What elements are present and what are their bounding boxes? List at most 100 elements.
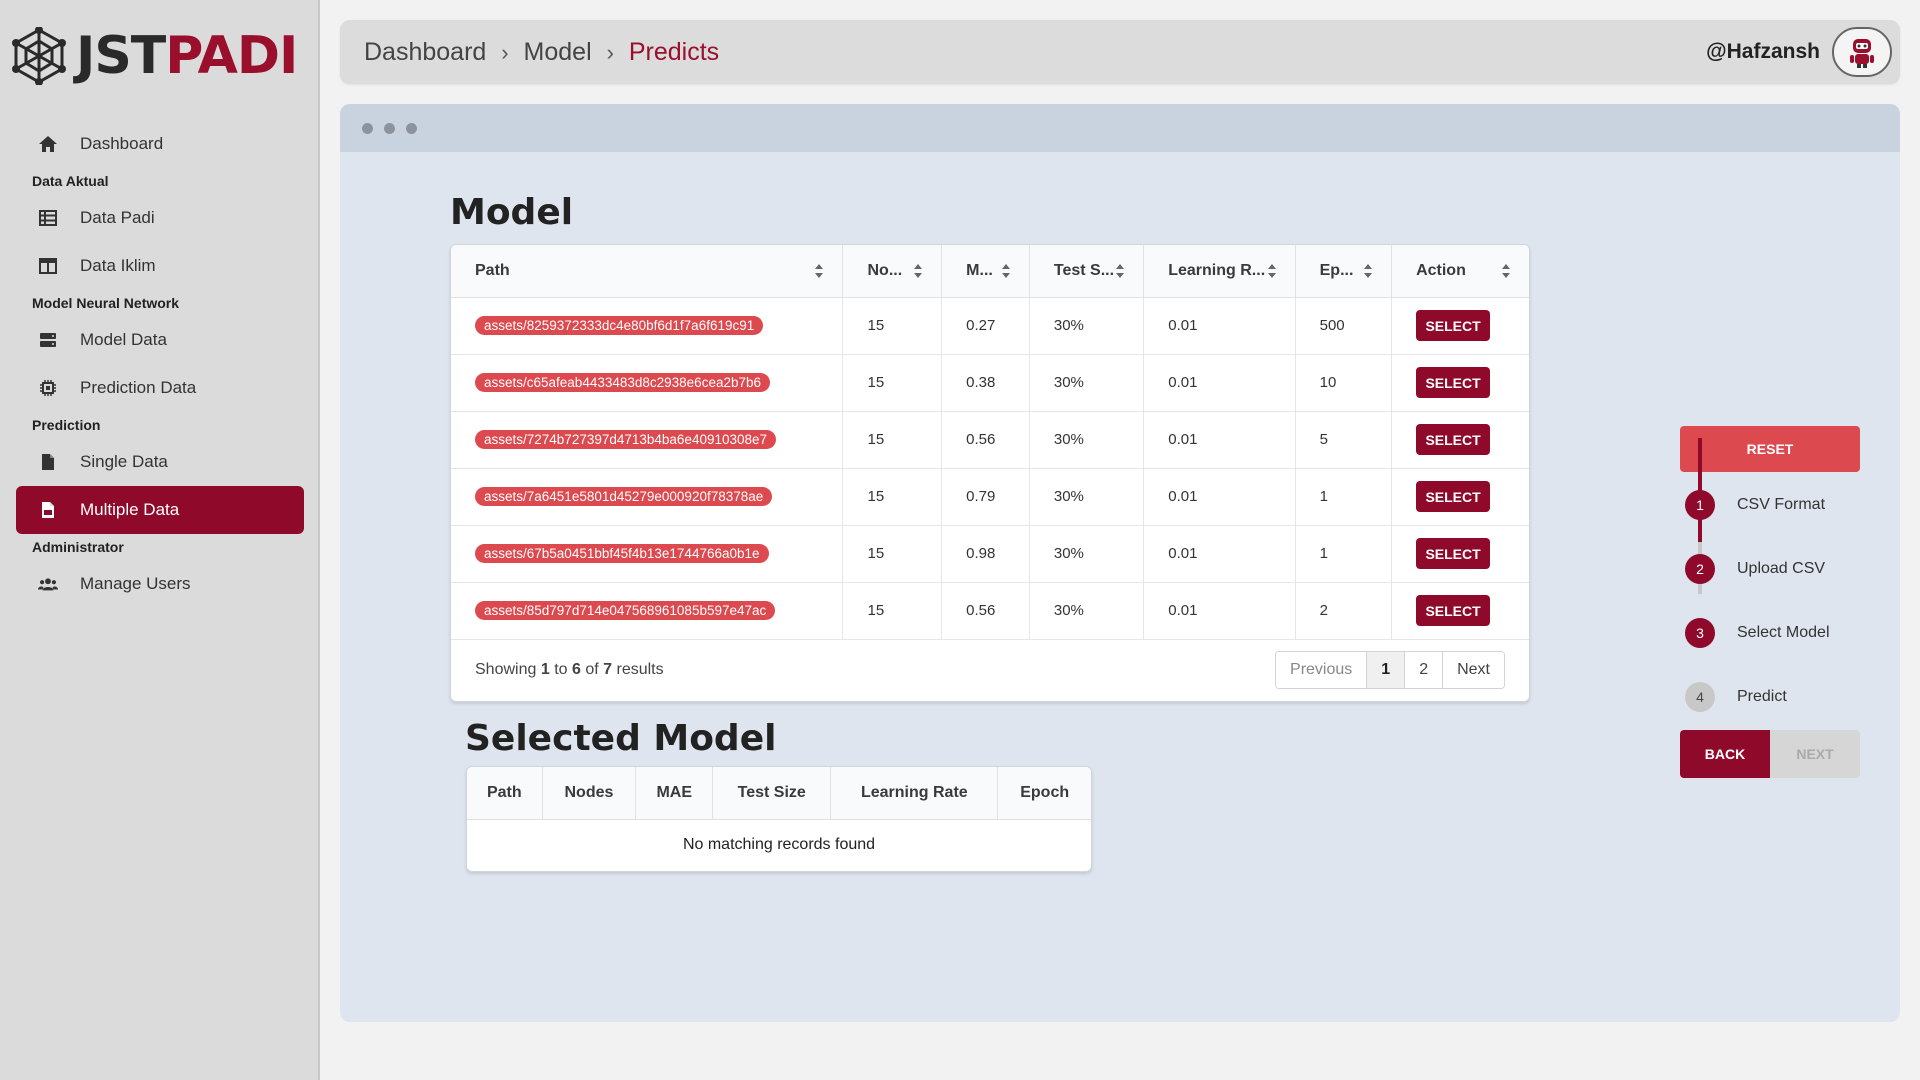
epoch-cell: 10 — [1295, 354, 1393, 412]
sidebar-item-data-padi[interactable]: Data Padi — [16, 194, 304, 242]
sort-icon[interactable] — [913, 263, 923, 279]
column-header[interactable]: MAE — [635, 767, 714, 820]
select-button[interactable]: SELECT — [1416, 310, 1491, 341]
sort-icon[interactable] — [1267, 263, 1277, 279]
mae-cell: 0.38 — [941, 354, 1030, 412]
sidebar: JSTPADI Dashboard Data Aktual Data Padi Dat… — [0, 0, 320, 1080]
brand-logo[interactable]: JSTPADI — [12, 26, 298, 86]
epoch-cell: 1 — [1295, 525, 1393, 583]
mae-cell: 0.27 — [941, 297, 1030, 355]
table-row: assets/8259372333dc4e80bf6d1f7a6f619c91 1… — [451, 297, 1529, 355]
pagination-page-2[interactable]: 2 — [1405, 652, 1444, 688]
test-size-cell: 30% — [1029, 354, 1145, 412]
path-badge: assets/c65afeab4433483d8c2938e6cea2b7b6 — [475, 373, 770, 392]
table-row: assets/c65afeab4433483d8c2938e6cea2b7b6 1… — [451, 354, 1529, 412]
nodes-cell: 15 — [842, 411, 943, 469]
breadcrumb-dashboard[interactable]: Dashboard — [364, 38, 486, 66]
epoch-cell: 5 — [1295, 411, 1393, 469]
test-size-cell: 30% — [1029, 411, 1145, 469]
column-header[interactable]: M... — [941, 245, 1030, 298]
back-button[interactable]: BACK — [1680, 730, 1770, 778]
model-table-card: Path No... M... Test S... Learning R... Ep...… — [450, 244, 1530, 702]
breadcrumb-separator: › — [501, 40, 509, 65]
learning-rate-cell: 0.01 — [1143, 354, 1296, 412]
path-badge: assets/8259372333dc4e80bf6d1f7a6f619c91 — [475, 316, 764, 335]
sort-icon[interactable] — [1501, 263, 1511, 279]
pagination-page-1[interactable]: 1 — [1367, 652, 1406, 688]
table-row: assets/7a6451e5801d45279e000920f78378ae 1… — [451, 468, 1529, 526]
window-dot — [362, 122, 373, 134]
sidebar-item-multiple-data[interactable]: Multiple Data — [16, 486, 304, 534]
table-icon — [38, 208, 58, 228]
sidebar-item-data-iklim[interactable]: Data Iklim — [16, 242, 304, 290]
path-badge: assets/7274b727397d4713b4ba6e40910308e7 — [475, 430, 777, 449]
column-header-label: M... — [966, 261, 993, 279]
sidebar-item-single-data[interactable]: Single Data — [16, 438, 304, 486]
test-size-cell: 30% — [1029, 468, 1145, 526]
column-header[interactable]: Path — [467, 767, 543, 820]
step-number: 2 — [1685, 554, 1715, 584]
path-badge: assets/67b5a0451bbf45f4b13e1744766a0b1e — [475, 544, 769, 563]
select-button[interactable]: SELECT — [1416, 595, 1491, 626]
action-cell: SELECT — [1391, 582, 1529, 640]
column-header[interactable]: Nodes — [542, 767, 637, 820]
sidebar-item-manage-users[interactable]: Manage Users — [16, 560, 304, 608]
empty-message: No matching records found — [682, 836, 876, 854]
column-header[interactable]: Epoch — [997, 767, 1091, 820]
avatar[interactable] — [1832, 27, 1892, 77]
sidebar-item-dashboard[interactable]: Dashboard — [16, 120, 304, 168]
step-number: 4 — [1685, 682, 1715, 712]
column-header[interactable]: Test S... — [1029, 245, 1145, 298]
pagination-next[interactable]: Next — [1443, 652, 1504, 688]
model-table: Path No... M... Test S... Learning R... Ep...… — [451, 245, 1529, 640]
pagination-previous[interactable]: Previous — [1276, 652, 1368, 688]
nodes-cell: 15 — [842, 297, 943, 355]
column-header-label: Action — [1416, 261, 1466, 279]
sidebar-item-label: Data Padi — [80, 208, 155, 227]
action-cell: SELECT — [1391, 354, 1529, 412]
summary-total: 7 — [603, 661, 613, 678]
column-header[interactable]: Learning R... — [1143, 245, 1296, 298]
mae-cell: 0.56 — [941, 411, 1030, 469]
column-header[interactable]: No... — [842, 245, 943, 298]
column-header[interactable]: Test Size — [712, 767, 832, 820]
select-button[interactable]: SELECT — [1416, 538, 1491, 569]
step-label: Predict — [1737, 688, 1787, 705]
select-button[interactable]: SELECT — [1416, 367, 1491, 398]
table-footer: Showing 1 to 6 of 7 results Previous 1 2… — [451, 639, 1529, 701]
column-header-label: Test S... — [1053, 261, 1115, 279]
results-summary: Showing 1 to 6 of 7 results — [475, 661, 664, 679]
select-button[interactable]: SELECT — [1416, 424, 1491, 455]
column-header[interactable]: Action — [1391, 245, 1529, 298]
sort-icon[interactable] — [1363, 263, 1373, 279]
select-button[interactable]: SELECT — [1416, 481, 1491, 512]
column-header[interactable]: Path — [451, 245, 844, 298]
sort-icon[interactable] — [1001, 263, 1011, 279]
mae-cell: 0.79 — [941, 468, 1030, 526]
sort-icon[interactable] — [814, 263, 824, 279]
username[interactable]: @Hafzansh — [1706, 40, 1820, 64]
robot-avatar-icon — [1850, 39, 1874, 68]
path-cell: assets/c65afeab4433483d8c2938e6cea2b7b6 — [451, 354, 844, 412]
mae-cell: 0.56 — [941, 582, 1030, 640]
column-header[interactable]: Learning Rate — [830, 767, 999, 820]
server-icon — [38, 330, 58, 350]
next-button[interactable]: NEXT — [1770, 730, 1860, 778]
summary-to: 6 — [571, 661, 581, 678]
user-menu[interactable]: @Hafzansh — [1706, 27, 1892, 77]
columns-icon — [38, 256, 58, 276]
reset-button[interactable]: RESET — [1680, 426, 1860, 472]
column-header[interactable]: Ep... — [1295, 245, 1393, 298]
sort-icon[interactable] — [1115, 263, 1125, 279]
users-icon — [38, 574, 58, 594]
path-cell: assets/85d797d714e047568961085b597e47ac — [451, 582, 844, 640]
sidebar-item-prediction-data[interactable]: Prediction Data — [16, 364, 304, 412]
summary-of-word: of — [585, 661, 599, 678]
sidebar-item-model-data[interactable]: Model Data — [16, 316, 304, 364]
empty-row: No matching records found — [467, 819, 1091, 871]
sidebar-item-label: Manage Users — [80, 574, 191, 593]
pagination: Previous 1 2 Next — [1275, 651, 1505, 689]
path-cell: assets/67b5a0451bbf45f4b13e1744766a0b1e — [451, 525, 844, 583]
breadcrumb-model[interactable]: Model — [524, 38, 592, 66]
learning-rate-cell: 0.01 — [1143, 297, 1296, 355]
